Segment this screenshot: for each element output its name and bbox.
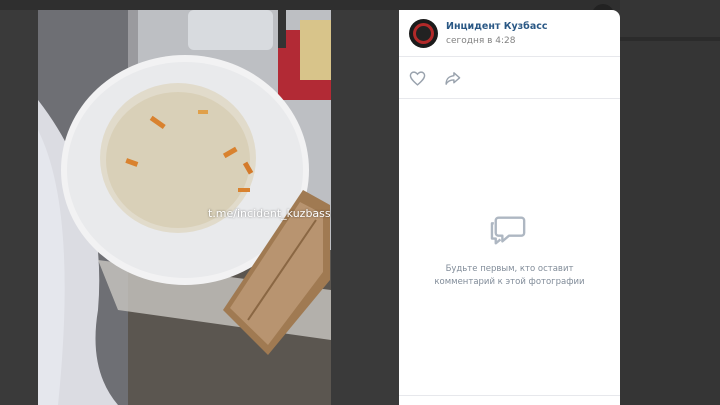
author-name[interactable]: Инцидент Кузбасс [446,21,548,32]
comments-icon [490,216,526,245]
empty-comments-line-1: Будьте первым, кто оставит [445,264,574,274]
photo-watermark: t.me/incident_kuzbass [208,207,331,220]
post-actions [399,57,620,99]
share-arrow-icon[interactable] [444,70,461,87]
right-backdrop [620,0,720,405]
heart-icon[interactable] [409,70,426,87]
post-sidebar: Инцидент Кузбасс сегодня в 4:28 Будьте п… [399,10,620,405]
empty-comments-message: Будьте первым, кто оставит комментарий к… [399,263,620,289]
post-header: Инцидент Кузбасс сегодня в 4:28 [399,10,620,57]
right-divider [620,37,720,41]
post-time[interactable]: сегодня в 4:28 [446,36,515,46]
empty-comments-line-2: комментарий к этой фотографии [434,277,585,287]
author-avatar[interactable] [409,19,438,48]
post-photo[interactable]: t.me/incident_kuzbass [38,10,331,405]
comment-input-divider [399,395,620,396]
avatar-inner [416,26,431,41]
